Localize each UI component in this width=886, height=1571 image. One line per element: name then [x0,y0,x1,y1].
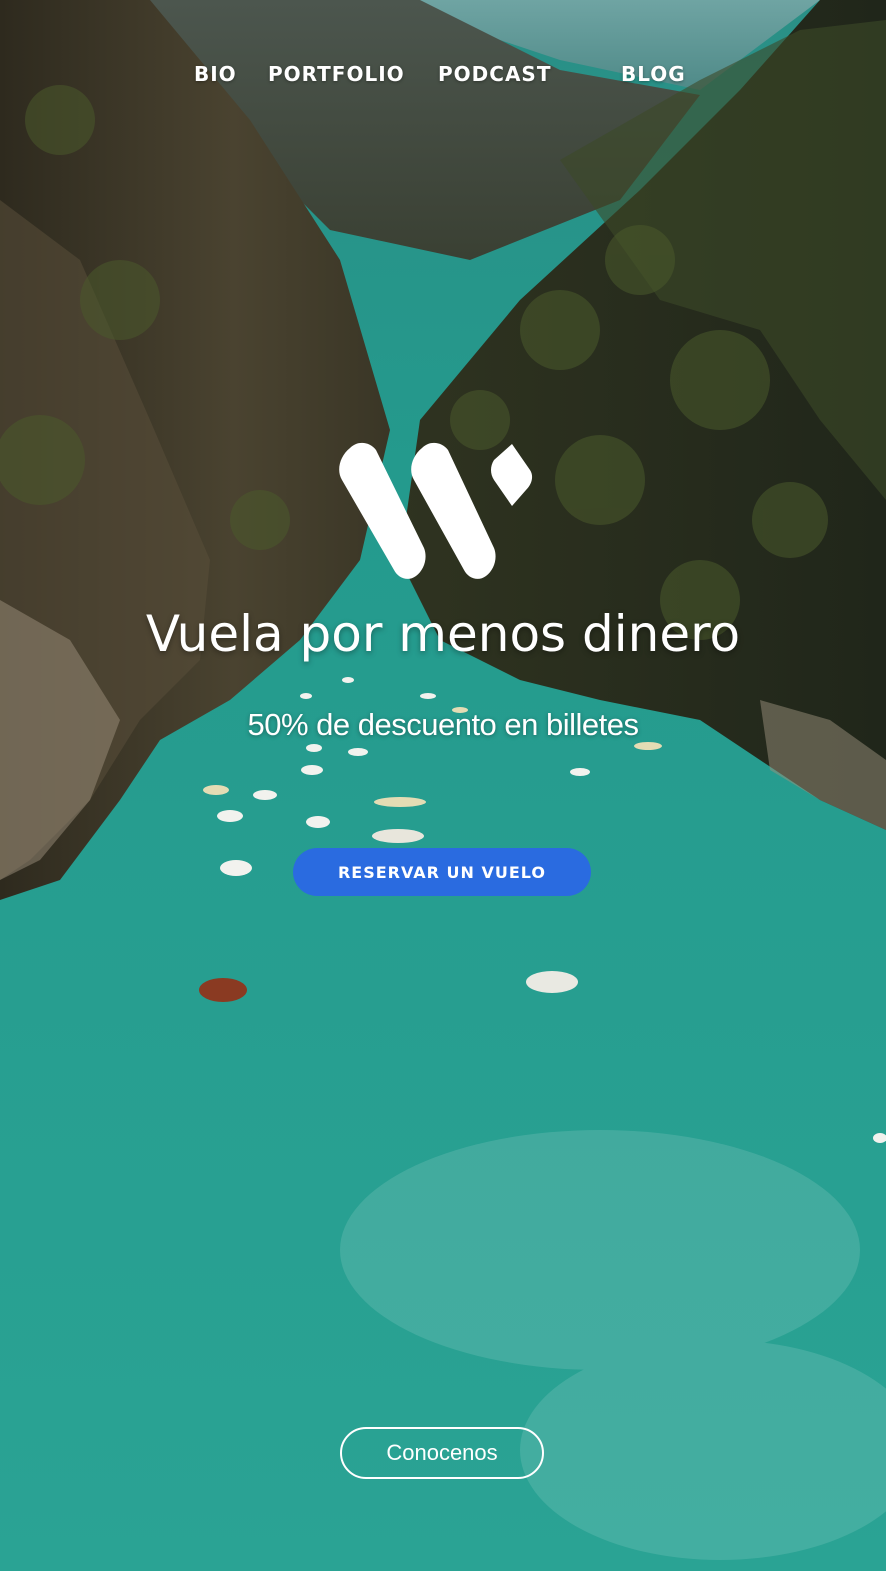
top-navigation: BIO PORTFOLIO PODCAST BLOG [0,58,886,90]
nav-link-podcast[interactable]: PODCAST [438,58,551,90]
about-us-button[interactable]: Conocenos [340,1427,544,1479]
nav-link-portfolio[interactable]: PORTFOLIO [268,58,405,90]
book-flight-button[interactable]: RESERVAR UN VUELO [293,848,591,896]
hero-background-image [0,0,886,1571]
brand-w-logo-icon [336,440,536,585]
hero-subheadline: 50% de descuento en billetes [247,707,639,742]
nav-link-blog[interactable]: BLOG [621,58,686,90]
nav-link-bio[interactable]: BIO [194,58,237,90]
hero-headline: Vuela por menos dinero [145,605,741,663]
